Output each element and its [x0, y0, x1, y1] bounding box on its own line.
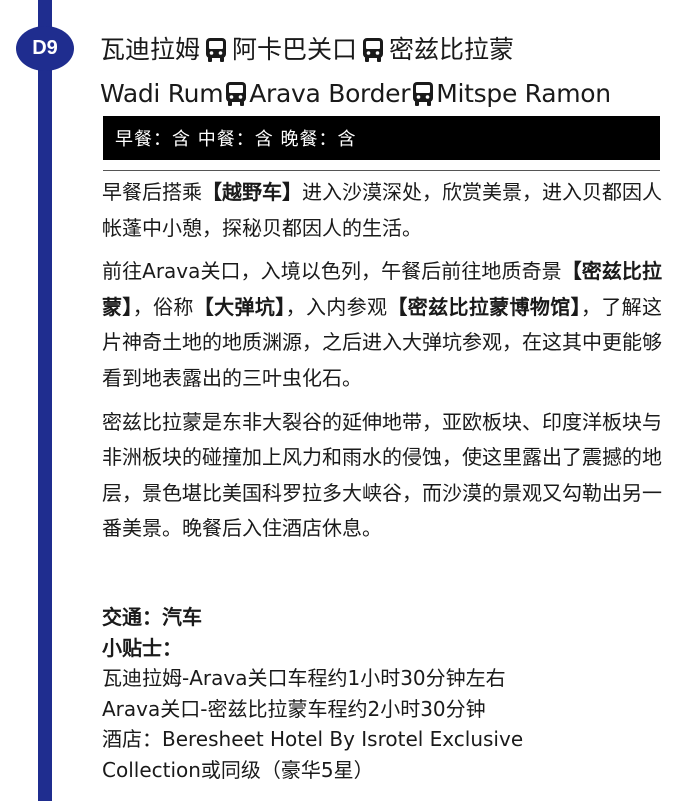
paragraph-1: 早餐后搭乘【越野车】进入沙漠深处，欣赏美景，进入贝都因人帐蓬中小憩，探秘贝都因人… [102, 175, 662, 246]
itinerary-description: 早餐后搭乘【越野车】进入沙漠深处，欣赏美景，进入贝都因人帐蓬中小憩，探秘贝都因人… [102, 175, 662, 555]
route-stop-1-cn: 瓦迪拉姆 [100, 35, 201, 64]
meal-dinner: 晚餐：含 [280, 129, 357, 150]
highlight-museum: 【密兹比拉蒙博物馆】 [387, 294, 581, 319]
bus-icon [204, 37, 228, 63]
bus-icon [224, 81, 248, 107]
bus-icon [411, 81, 435, 107]
bus-icon [361, 37, 385, 63]
hotel-line-2: Collection或同级（豪华5星） [102, 757, 374, 782]
route-title-en: Wadi Rum Arava Border Mitspe Ramon [100, 74, 675, 114]
tip-line-2: Arava关口-密兹比拉蒙车程约2小时30分钟 [102, 696, 486, 721]
route-stop-2-en: Arava Border [249, 79, 411, 108]
meal-breakfast: 早餐：含 [115, 129, 191, 150]
meals-bar: 早餐：含 中餐：含 晚餐：含 [103, 116, 660, 160]
trip-info: 交通：汽车 小贴士： 瓦迪拉姆-Arava关口车程约1小时30分钟左右 Arav… [102, 602, 672, 785]
tip-line-1: 瓦迪拉姆-Arava关口车程约1小时30分钟左右 [102, 666, 506, 690]
tips-label: 小贴士： [102, 635, 182, 660]
text-span: ，入内参观 [285, 294, 388, 319]
route-stop-2-cn: 阿卡巴关口 [232, 35, 358, 64]
route-title-cn: 瓦迪拉姆 阿卡巴关口 密兹比拉蒙 [100, 30, 670, 70]
hotel-line-1: 酒店：Beresheet Hotel By Isrotel Exclusive [102, 727, 524, 751]
text-span: 前往Arava关口，入境以色列，午餐后前往地质奇景 [102, 259, 562, 284]
text-span: 早餐后搭乘 [102, 180, 202, 204]
paragraph-2: 前往Arava关口，入境以色列，午餐后前往地质奇景【密兹比拉蒙】，俗称【大弹坑】… [102, 254, 662, 396]
transport-line: 交通：汽车 [102, 605, 202, 629]
day-badge: D9 [16, 26, 74, 71]
meal-lunch: 中餐：含 [197, 129, 274, 150]
timeline-bar [38, 0, 52, 801]
route-stop-3-cn: 密兹比拉蒙 [389, 35, 515, 64]
route-stop-1-en: Wadi Rum [100, 79, 224, 108]
divider [103, 170, 660, 171]
route-stop-3-en: Mitspe Ramon [436, 79, 611, 108]
text-span: ，俗称 [132, 294, 194, 319]
highlight-offroad: 【越野车】 [202, 180, 302, 204]
paragraph-3: 密兹比拉蒙是东非大裂谷的延伸地带，亚欧板块、印度洋板块与非洲板块的碰撞加上风力和… [102, 409, 662, 541]
highlight-crater: 【大弹坑】 [193, 294, 286, 319]
